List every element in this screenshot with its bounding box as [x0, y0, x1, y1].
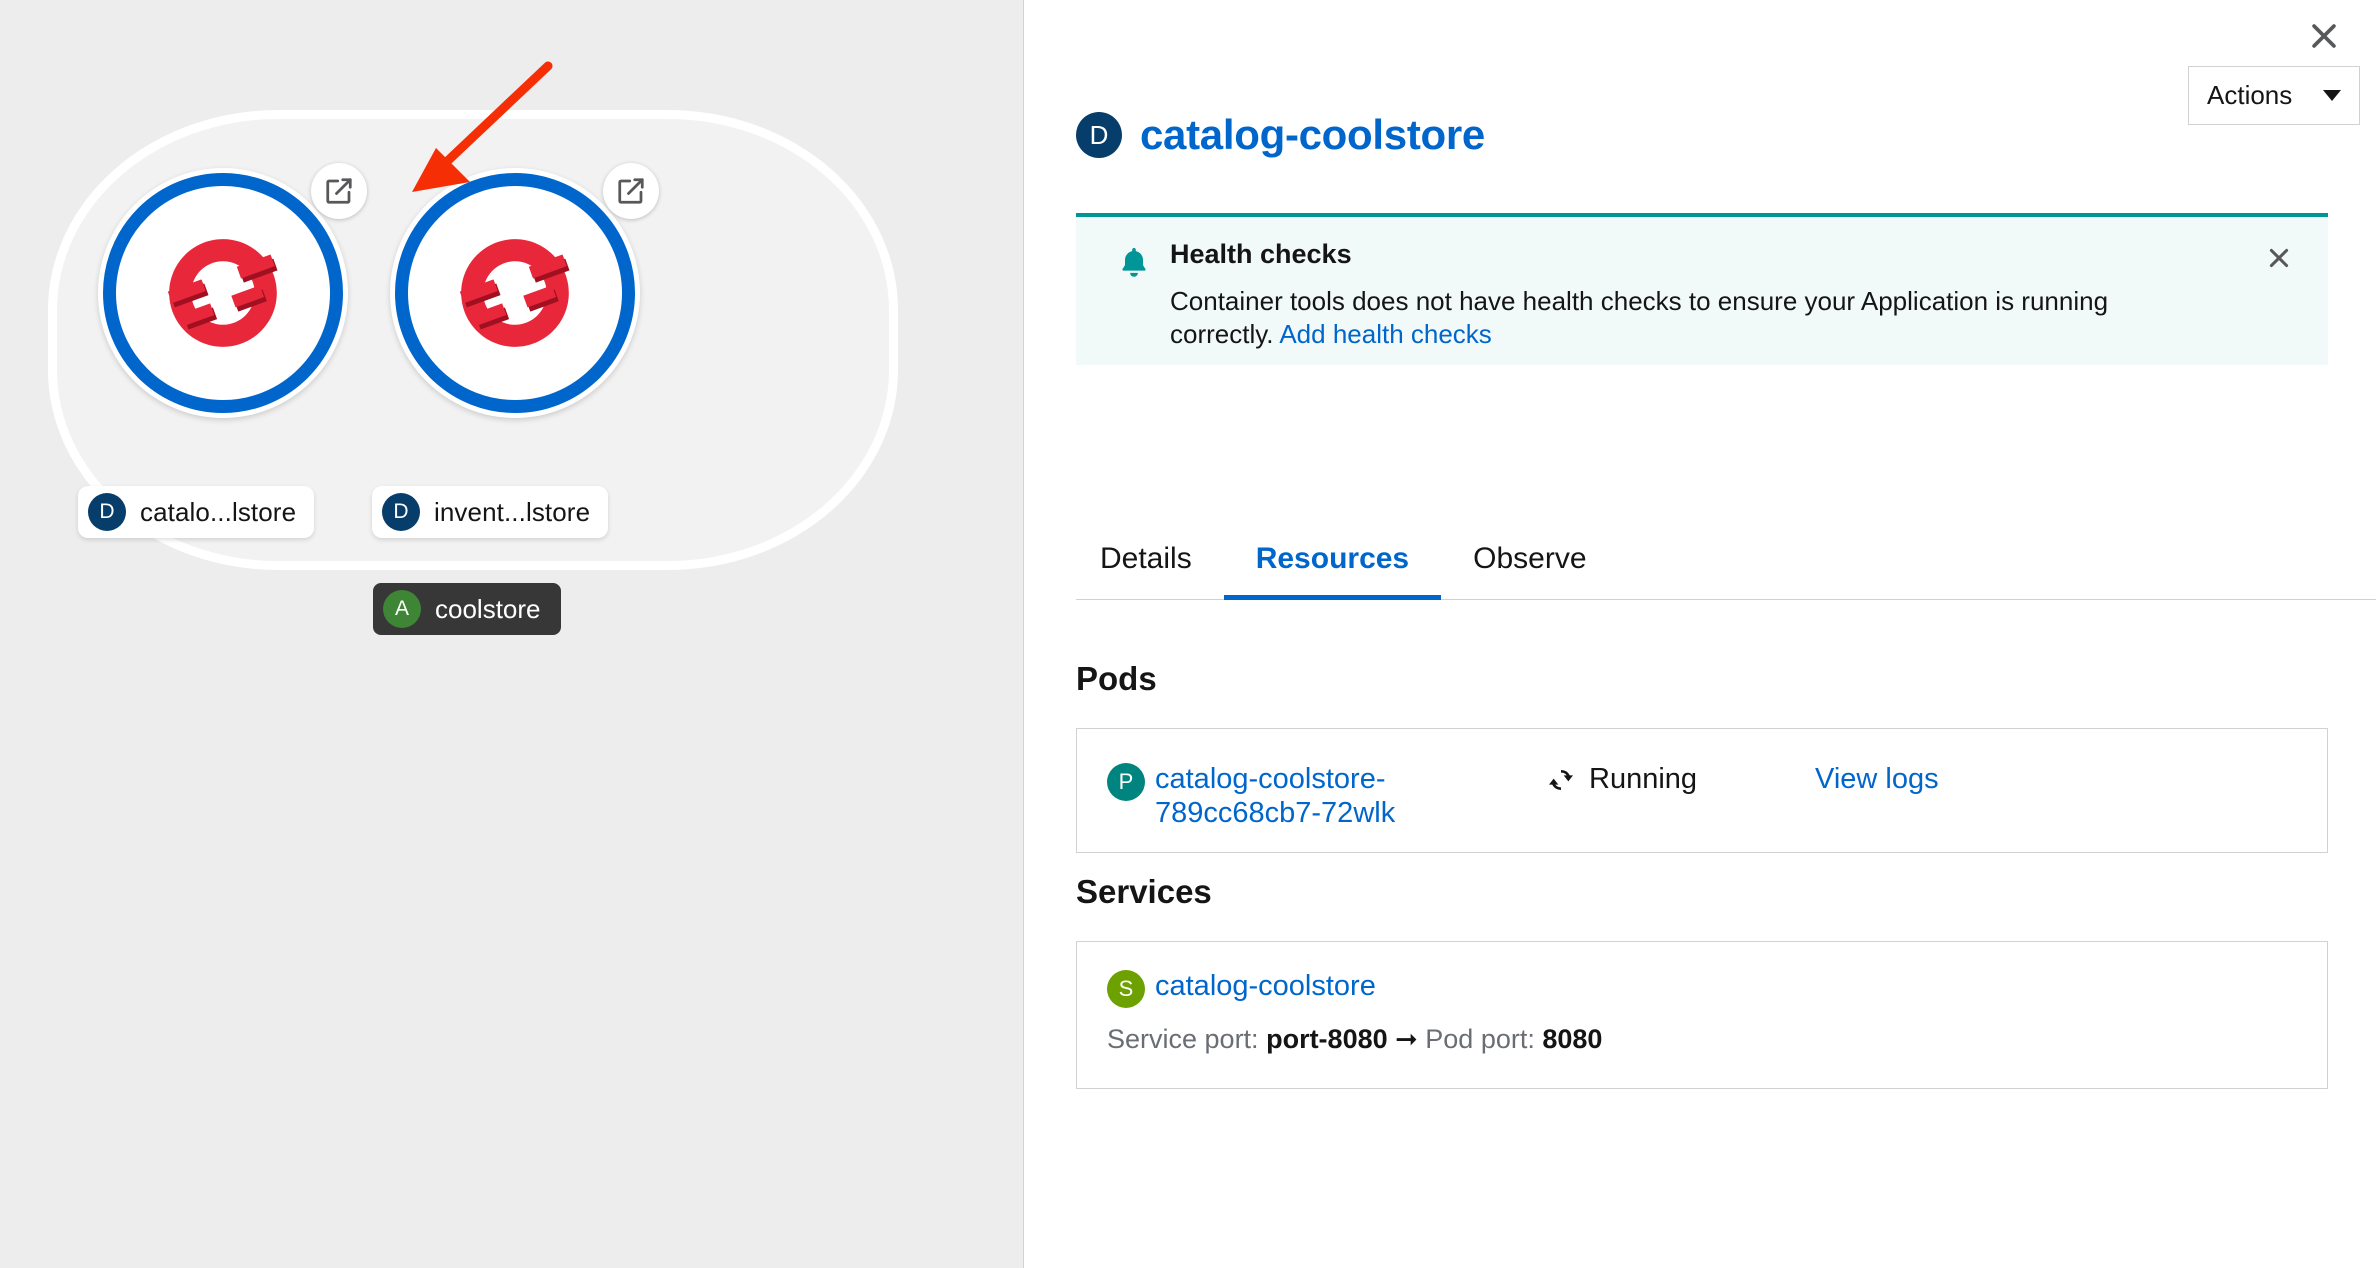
pod-port-value: 8080	[1542, 1024, 1603, 1054]
page-title[interactable]: catalog-coolstore	[1140, 111, 1485, 159]
pod-badge: P	[1107, 763, 1145, 801]
alert-title: Health checks	[1170, 239, 1352, 269]
service-badge: S	[1107, 970, 1145, 1008]
pod-port-label: Pod port:	[1425, 1024, 1535, 1054]
panel-header: D catalog-coolstore	[1076, 95, 2324, 175]
services-section-title: Services	[1076, 873, 1212, 910]
service-port-value: port-8080	[1266, 1024, 1388, 1054]
sync-icon	[1549, 769, 1573, 790]
openshift-logo-icon	[390, 168, 640, 418]
service-port-label: Service port:	[1107, 1024, 1259, 1054]
application-group-label-text: coolstore	[435, 593, 541, 624]
openshift-mark-icon	[459, 239, 570, 347]
app-root: D catalo...lstore D invent...lstore A co…	[0, 0, 2376, 1268]
services-card: S catalog-coolstore Service port: port-8…	[1076, 941, 2328, 1089]
tab-resources[interactable]: Resources	[1223, 518, 1442, 600]
node-label-text: catalo...lstore	[140, 496, 297, 527]
deployment-badge: D	[382, 493, 420, 531]
pods-section-title: Pods	[1076, 660, 1157, 697]
pod-name-link[interactable]: catalog-coolstore-789cc68cb7-72wlk	[1155, 763, 1545, 831]
health-checks-alert: Health checks Container tools does not h…	[1076, 213, 2328, 365]
tab-observe[interactable]: Observe	[1441, 518, 1618, 599]
service-ports: Service port: port-8080 ➞ Pod port: 8080	[1107, 1024, 2327, 1055]
pods-card: P catalog-coolstore-789cc68cb7-72wlk Run…	[1076, 728, 2328, 853]
resource-side-panel: D catalog-coolstore Actions Health check…	[1023, 0, 2376, 1268]
actions-button-label: Actions	[2207, 80, 2293, 110]
status-text: Running	[1589, 763, 1698, 795]
table-row: P catalog-coolstore-789cc68cb7-72wlk Run…	[1077, 729, 2327, 831]
close-icon[interactable]	[2264, 243, 2294, 273]
application-group-label[interactable]: A coolstore	[373, 583, 561, 635]
deployment-badge: D	[1076, 112, 1122, 158]
node-label-inventory[interactable]: D invent...lstore	[372, 486, 609, 538]
actions-button[interactable]: Actions	[2188, 66, 2360, 125]
service-name-row: S catalog-coolstore	[1107, 970, 2327, 1008]
add-health-checks-link[interactable]: Add health checks	[1279, 319, 1491, 349]
alert-body: Container tools does not have health che…	[1170, 285, 2210, 352]
external-link-icon[interactable]	[311, 163, 367, 219]
view-logs-link[interactable]: View logs	[1815, 763, 1939, 796]
table-row: S catalog-coolstore Service port: port-8…	[1077, 942, 2327, 1055]
chevron-down-icon	[2323, 90, 2341, 101]
node-label-catalog[interactable]: D catalo...lstore	[78, 486, 315, 538]
close-icon[interactable]	[2298, 10, 2350, 62]
service-name-link[interactable]: catalog-coolstore	[1155, 970, 1376, 1004]
application-badge: A	[383, 590, 421, 628]
status-badge: Running	[1545, 763, 1815, 796]
arrow-right-icon: ➞	[1395, 1024, 1418, 1054]
node-label-text: invent...lstore	[434, 496, 591, 527]
openshift-logo-icon	[98, 168, 348, 418]
deployment-badge: D	[88, 493, 126, 531]
panel-tabs: Details Resources Observe	[1076, 518, 2376, 600]
external-link-icon[interactable]	[603, 163, 659, 219]
topology-canvas[interactable]: D catalo...lstore D invent...lstore A co…	[0, 0, 1023, 1268]
tab-details[interactable]: Details	[1076, 518, 1224, 599]
bell-icon	[1122, 248, 1146, 277]
openshift-mark-icon	[167, 239, 278, 347]
